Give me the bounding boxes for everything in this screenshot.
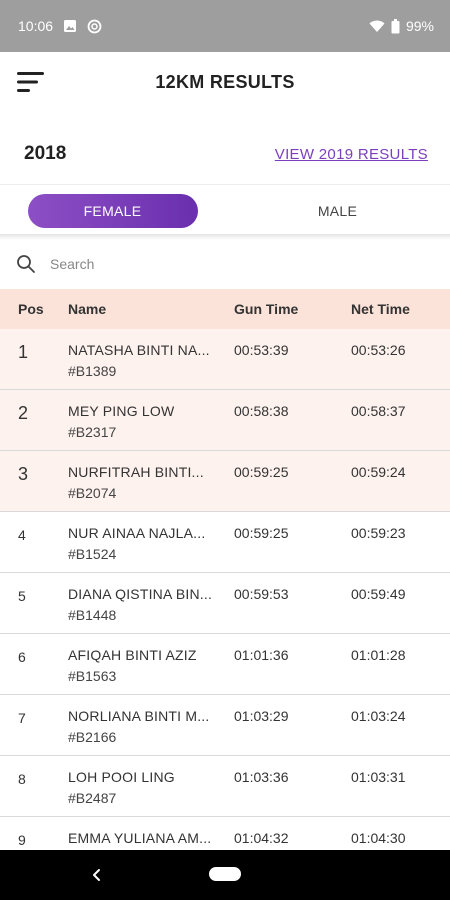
row-net-time: 01:03:24 (351, 708, 406, 724)
row-net-time: 01:03:31 (351, 769, 406, 785)
row-net-time: 00:58:37 (351, 403, 406, 419)
row-position: 4 (18, 527, 26, 543)
battery-icon (391, 18, 400, 34)
row-gun-time: 01:03:29 (234, 708, 289, 724)
search-bar (0, 242, 450, 286)
status-time: 10:06 (18, 18, 54, 34)
row-bib: #B2317 (68, 424, 117, 440)
row-net-time: 00:53:26 (351, 342, 406, 358)
row-position: 9 (18, 832, 26, 848)
results-list: 1 NATASHA BINTI NA... #B1389 00:53:39 00… (0, 329, 450, 878)
table-row[interactable]: 5 DIANA QISTINA BIN... #B1448 00:59:53 0… (0, 573, 450, 634)
page-title: 12KM RESULTS (155, 71, 295, 92)
header-name: Name (68, 301, 107, 317)
row-gun-time: 00:58:38 (234, 403, 289, 419)
row-gun-time: 01:03:36 (234, 769, 289, 785)
header-net-time: Net Time (351, 301, 410, 317)
back-icon[interactable] (88, 866, 106, 884)
row-name: DIANA QISTINA BIN... (68, 586, 213, 602)
image-notification-icon (63, 19, 77, 33)
row-net-time: 00:59:24 (351, 464, 406, 480)
row-name: LOH POOI LING (68, 769, 175, 785)
tab-female[interactable]: FEMALE (0, 186, 225, 236)
row-net-time: 01:01:28 (351, 647, 406, 663)
row-name: NUR AINAA NAJLA... (68, 525, 206, 541)
row-gun-time: 01:01:36 (234, 647, 289, 663)
row-bib: #B1448 (68, 607, 117, 623)
data-saver-icon (87, 19, 102, 34)
tab-female-label: FEMALE (27, 194, 198, 228)
battery-level: 99% (405, 18, 434, 34)
divider (0, 184, 450, 185)
table-row[interactable]: 8 LOH POOI LING #B2487 01:03:36 01:03:31 (0, 756, 450, 817)
wifi-icon (369, 20, 385, 33)
status-bar: 10:06 99% (0, 0, 450, 52)
search-icon (16, 254, 36, 274)
row-gun-time: 00:59:25 (234, 464, 289, 480)
view-2019-results-link[interactable]: VIEW 2019 RESULTS (275, 146, 428, 163)
row-net-time: 01:04:30 (351, 830, 406, 846)
table-row[interactable]: 7 NORLIANA BINTI M... #B2166 01:03:29 01… (0, 695, 450, 756)
row-position: 7 (18, 710, 26, 726)
menu-icon[interactable] (16, 70, 46, 94)
row-position: 8 (18, 771, 26, 787)
header-pos: Pos (18, 301, 44, 317)
row-position: 2 (18, 403, 29, 423)
row-position: 3 (18, 464, 29, 484)
row-bib: #B1524 (68, 546, 117, 562)
tabs-shadow (0, 234, 450, 240)
row-position: 6 (18, 649, 26, 665)
tab-male-label: MALE (317, 203, 358, 219)
home-pill-icon[interactable] (209, 867, 241, 881)
row-name: MEY PING LOW (68, 403, 175, 419)
year-label: 2018 (24, 143, 67, 164)
row-gun-time: 00:53:39 (234, 342, 289, 358)
row-gun-time: 00:59:53 (234, 586, 289, 602)
row-net-time: 00:59:23 (351, 525, 406, 541)
gender-tabs: FEMALE MALE (0, 186, 450, 236)
row-name: AFIQAH BINTI AZIZ (68, 647, 197, 663)
table-row[interactable]: 2 MEY PING LOW #B2317 00:58:38 00:58:37 (0, 390, 450, 451)
row-name: NORLIANA BINTI M... (68, 708, 210, 724)
row-gun-time: 01:04:32 (234, 830, 289, 846)
table-row[interactable]: 1 NATASHA BINTI NA... #B1389 00:53:39 00… (0, 329, 450, 390)
row-name: EMMA YULIANA AM... (68, 830, 212, 846)
app-bar: 12KM RESULTS (0, 52, 450, 112)
row-bib: #B1563 (68, 668, 117, 684)
row-position: 5 (18, 588, 26, 604)
row-position: 1 (18, 342, 29, 362)
table-row[interactable]: 6 AFIQAH BINTI AZIZ #B1563 01:01:36 01:0… (0, 634, 450, 695)
row-name: NURFITRAH BINTI... (68, 464, 204, 480)
row-net-time: 00:59:49 (351, 586, 406, 602)
row-bib: #B1389 (68, 363, 117, 379)
table-row[interactable]: 3 NURFITRAH BINTI... #B2074 00:59:25 00:… (0, 451, 450, 512)
tab-male[interactable]: MALE (225, 186, 450, 236)
results-table-header: Pos Name Gun Time Net Time (0, 289, 450, 329)
row-gun-time: 00:59:25 (234, 525, 289, 541)
search-input[interactable] (50, 256, 410, 272)
year-row: 2018 VIEW 2019 RESULTS (0, 130, 450, 178)
row-name: NATASHA BINTI NA... (68, 342, 210, 358)
header-gun-time: Gun Time (234, 301, 299, 317)
table-row[interactable]: 4 NUR AINAA NAJLA... #B1524 00:59:25 00:… (0, 512, 450, 573)
row-bib: #B2487 (68, 790, 117, 806)
system-nav-bar (0, 850, 450, 900)
row-bib: #B2166 (68, 729, 117, 745)
row-bib: #B2074 (68, 485, 117, 501)
